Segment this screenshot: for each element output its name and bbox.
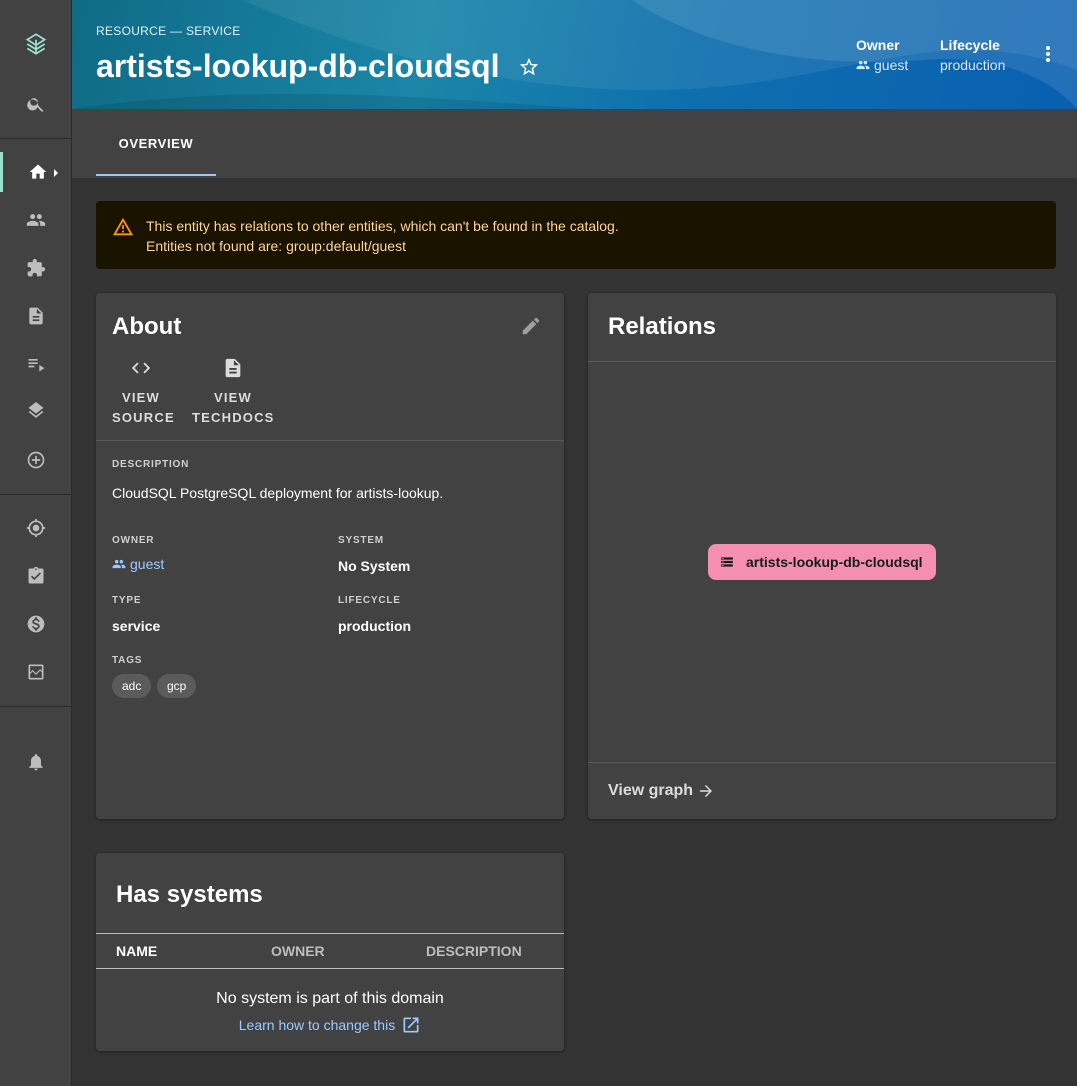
lifecycle-meta: Lifecycle production bbox=[940, 37, 1005, 73]
sidebar-item-checklist[interactable] bbox=[0, 556, 72, 596]
divider bbox=[96, 968, 564, 969]
gps-icon bbox=[26, 518, 46, 538]
tags-label: TAGS bbox=[112, 655, 143, 666]
sidebar-item-create[interactable] bbox=[0, 440, 72, 480]
has-systems-card: Has systems NAME OWNER DESCRIPTION No sy… bbox=[96, 853, 564, 1051]
view-techdocs-label-2: TECHDOCS bbox=[192, 410, 275, 425]
sidebar-item-home[interactable] bbox=[0, 152, 72, 192]
people-icon bbox=[856, 60, 870, 70]
divider bbox=[588, 361, 1056, 362]
code-icon bbox=[131, 362, 151, 374]
chart-box-icon bbox=[28, 664, 44, 680]
open-in-new-icon bbox=[403, 1017, 419, 1033]
page-title: artists-lookup-db-cloudsql bbox=[96, 48, 500, 84]
people-icon bbox=[112, 559, 126, 569]
owner-link[interactable]: guest bbox=[112, 556, 164, 572]
sidebar-item-docs[interactable] bbox=[0, 296, 72, 336]
owner-value: guest bbox=[130, 556, 165, 572]
home-icon bbox=[29, 164, 46, 179]
chevron-right-icon bbox=[54, 169, 58, 177]
sidebar-item-layers[interactable] bbox=[0, 392, 72, 432]
tab-bar: OVERVIEW bbox=[72, 109, 1077, 178]
lifecycle-label: LIFECYCLE bbox=[338, 595, 401, 606]
about-title: About bbox=[112, 313, 182, 340]
assignment-check-icon bbox=[28, 566, 44, 584]
tag-chip[interactable]: gcp bbox=[157, 674, 197, 698]
owner-label: OWNER bbox=[112, 535, 155, 546]
tab-overview[interactable]: OVERVIEW bbox=[96, 109, 216, 177]
sidebar-item-groups[interactable] bbox=[0, 200, 72, 240]
sidebar-item-tech-radar[interactable] bbox=[0, 508, 72, 548]
lifecycle-value: production bbox=[338, 618, 412, 634]
owner-meta: Owner guest bbox=[856, 37, 908, 73]
document-icon bbox=[29, 307, 43, 325]
bell-icon bbox=[29, 754, 43, 771]
system-value: No System bbox=[338, 558, 411, 574]
backstage-logo-icon[interactable] bbox=[0, 24, 72, 64]
sidebar-item-cost[interactable] bbox=[0, 604, 72, 644]
view-techdocs-link[interactable]: VIEW TECHDOCS bbox=[192, 357, 274, 428]
about-card: About VIEW SOURCE VIEW TECHDOCS DESCRIPTIO… bbox=[96, 293, 564, 819]
people-icon bbox=[26, 214, 46, 226]
divider bbox=[588, 762, 1056, 763]
tab-indicator bbox=[96, 174, 216, 176]
column-header-description[interactable]: DESCRIPTION bbox=[426, 943, 522, 959]
divider bbox=[96, 440, 564, 441]
sidebar-item-plugins[interactable] bbox=[0, 248, 72, 288]
column-header-owner[interactable]: OWNER bbox=[271, 943, 325, 959]
relations-card: Relations artists-lookup-db-cloudsql Vie… bbox=[588, 293, 1056, 819]
owner-meta-value[interactable]: guest bbox=[856, 57, 908, 73]
description-label: DESCRIPTION bbox=[112, 459, 190, 470]
owner-meta-text: guest bbox=[874, 57, 909, 73]
system-label: SYSTEM bbox=[338, 535, 384, 546]
type-label: TYPE bbox=[112, 595, 142, 606]
sidebar-item-graphs[interactable] bbox=[0, 652, 72, 692]
learn-more-link[interactable]: Learn how to change this bbox=[96, 1015, 564, 1035]
tag-chip[interactable]: adc bbox=[112, 674, 152, 698]
edit-icon[interactable] bbox=[520, 315, 542, 337]
relations-title: Relations bbox=[608, 313, 717, 340]
empty-state-message: No system is part of this domain bbox=[216, 990, 444, 1007]
puzzle-icon bbox=[27, 258, 46, 277]
view-graph-label: View graph bbox=[608, 782, 694, 799]
warning-line-2: Entities not found are: group:default/gu… bbox=[146, 238, 406, 254]
add-circle-icon bbox=[27, 451, 45, 469]
storage-icon bbox=[721, 557, 733, 567]
star-icon[interactable] bbox=[518, 56, 540, 78]
view-graph-link[interactable]: View graph bbox=[608, 782, 715, 800]
warning-alert: This entity has relations to other entit… bbox=[96, 201, 1056, 269]
dollar-icon bbox=[27, 615, 45, 633]
view-source-link[interactable]: VIEW SOURCE bbox=[112, 357, 174, 428]
description-value: CloudSQL PostgreSQL deployment for artis… bbox=[112, 485, 444, 501]
type-value: service bbox=[112, 618, 161, 634]
owner-meta-label: Owner bbox=[856, 37, 900, 53]
entity-graph-node-label: artists-lookup-db-cloudsql bbox=[746, 554, 923, 570]
learn-more-label: Learn how to change this bbox=[238, 1017, 396, 1033]
view-source-label-1: VIEW bbox=[121, 390, 161, 405]
column-header-name[interactable]: NAME bbox=[116, 943, 157, 959]
lifecycle-meta-label: Lifecycle bbox=[940, 37, 1000, 53]
view-techdocs-label-1: VIEW bbox=[213, 390, 253, 405]
warning-line-1: This entity has relations to other entit… bbox=[146, 218, 619, 234]
has-systems-title: Has systems bbox=[116, 881, 263, 908]
layers-icon bbox=[28, 402, 44, 418]
playlist-icon bbox=[28, 359, 45, 372]
sidebar-item-notifications[interactable] bbox=[0, 742, 72, 782]
arrow-right-icon bbox=[700, 785, 713, 797]
entity-graph-node[interactable]: artists-lookup-db-cloudsql bbox=[708, 544, 936, 580]
warning-icon bbox=[112, 217, 134, 236]
divider bbox=[96, 933, 564, 934]
sidebar bbox=[0, 0, 72, 1086]
more-vert-icon[interactable] bbox=[1042, 44, 1054, 64]
sidebar-item-playlist[interactable] bbox=[0, 344, 72, 384]
breadcrumb: RESOURCE — SERVICE bbox=[96, 24, 241, 38]
description-icon bbox=[225, 358, 241, 378]
entity-header: RESOURCE — SERVICE artists-lookup-db-clo… bbox=[72, 0, 1077, 109]
lifecycle-meta-value: production bbox=[940, 57, 1006, 73]
view-source-label-2: SOURCE bbox=[112, 410, 175, 425]
search-icon[interactable] bbox=[0, 84, 72, 124]
